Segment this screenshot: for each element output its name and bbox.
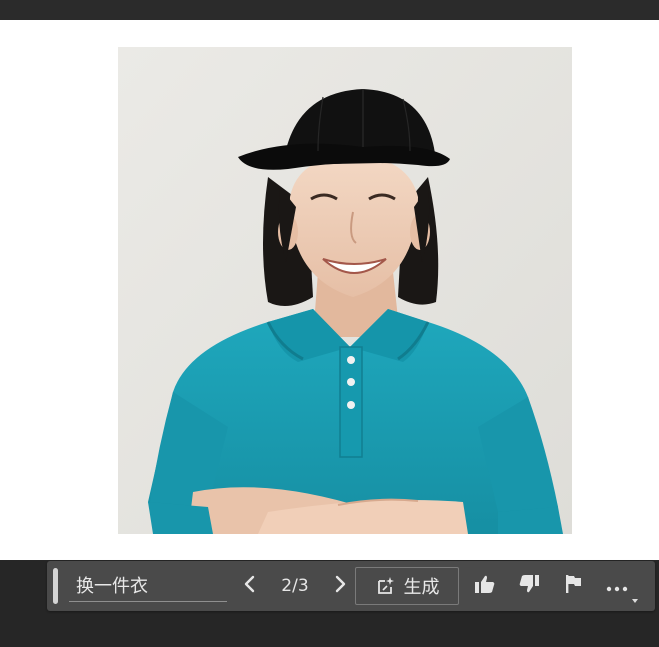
dislike-button[interactable]: [507, 568, 551, 604]
flag-icon: [563, 574, 583, 598]
generate-button[interactable]: 生成: [355, 567, 459, 605]
previous-variation-button[interactable]: [235, 568, 265, 604]
drag-handle[interactable]: [53, 568, 58, 604]
prompt-input[interactable]: [69, 568, 227, 602]
more-horizontal-icon: [606, 577, 628, 596]
page-current: 2: [281, 576, 293, 596]
chevron-right-icon: [333, 575, 347, 597]
submenu-corner-icon: [632, 599, 638, 603]
app-top-bar: [0, 0, 659, 20]
generate-sparkle-icon: [375, 576, 395, 596]
generated-photo: [118, 47, 572, 534]
next-variation-button[interactable]: [325, 568, 355, 604]
like-button[interactable]: [463, 568, 507, 604]
more-options-button[interactable]: [595, 568, 639, 604]
page-total: 3: [297, 576, 309, 596]
prompt-field-wrap: [69, 568, 227, 604]
generate-label: 生成: [403, 577, 440, 598]
photo-illustration: [118, 47, 572, 534]
chevron-left-icon: [243, 575, 257, 597]
document-canvas: [0, 20, 659, 560]
thumbs-up-icon: [474, 574, 496, 598]
variation-counter: 2/3: [265, 576, 325, 596]
contextual-task-bar: 2/3 生成: [47, 561, 655, 611]
report-button[interactable]: [551, 568, 595, 604]
thumbs-down-icon: [518, 574, 540, 598]
